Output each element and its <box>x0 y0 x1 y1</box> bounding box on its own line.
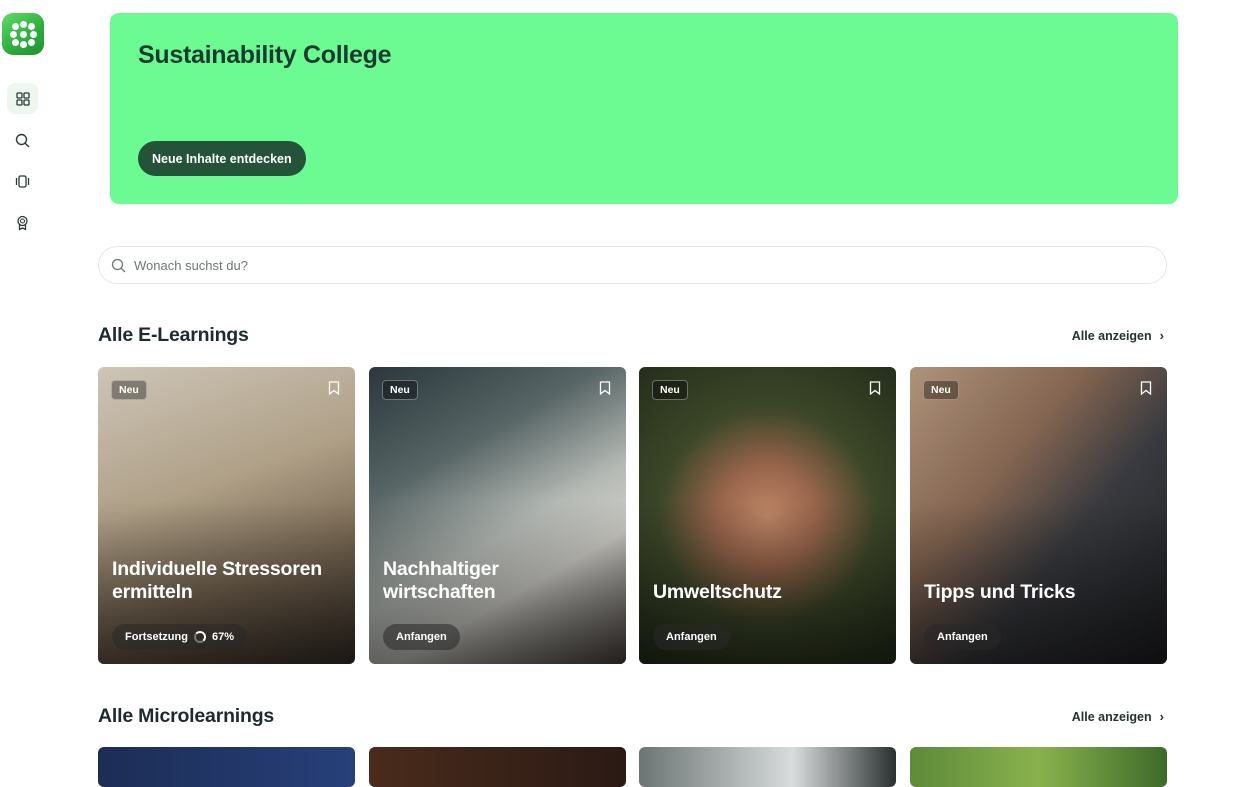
start-button[interactable]: Anfangen <box>653 624 730 650</box>
new-badge: Neu <box>923 380 959 400</box>
logo-dot <box>20 31 27 38</box>
cards-icon <box>15 175 30 188</box>
logo-dot <box>20 21 27 28</box>
logo-dot <box>28 39 35 46</box>
course-card[interactable]: Neu Individuelle Stressoren ermitteln Fo… <box>98 367 355 664</box>
card-overlay <box>98 367 355 664</box>
microlearning-card[interactable] <box>98 747 355 787</box>
see-all-label: Alle anzeigen <box>1071 328 1152 343</box>
course-card[interactable]: Neu Nachhaltiger wirtschaften Anfangen <box>369 367 626 664</box>
start-button[interactable]: Anfangen <box>924 624 1001 650</box>
card-overlay <box>639 367 896 664</box>
bookmark-icon[interactable] <box>599 381 611 395</box>
microlearning-card[interactable] <box>369 747 626 787</box>
continue-label: Fortsetzung <box>125 631 188 643</box>
progress-ring-icon <box>193 631 206 643</box>
new-badge: Neu <box>382 380 418 400</box>
card-title: Nachhaltiger wirtschaften <box>383 558 499 603</box>
sidebar-item-achievements[interactable] <box>7 207 38 238</box>
sidebar-item-cards[interactable] <box>7 166 38 197</box>
logo-dot <box>12 39 19 46</box>
chevron-right-icon: › <box>1159 709 1164 724</box>
bookmark-icon[interactable] <box>1140 381 1152 395</box>
card-overlay <box>910 367 1167 664</box>
see-all-microlearnings-link[interactable]: Alle anzeigen › <box>1072 709 1164 724</box>
app-logo[interactable] <box>2 13 44 55</box>
search-input[interactable] <box>134 257 1034 273</box>
progress-value: 67% <box>211 631 234 643</box>
logo-dot <box>28 23 35 30</box>
course-card[interactable]: Neu Tipps und Tricks Anfangen <box>910 367 1167 664</box>
hero-banner: Sustainability College Neue Inhalte entd… <box>110 13 1178 204</box>
sidebar-item-dashboard[interactable] <box>7 83 38 114</box>
search-bar[interactable] <box>98 246 1167 284</box>
bookmark-icon[interactable] <box>869 381 881 395</box>
discover-content-button[interactable]: Neue Inhalte entdecken <box>138 141 306 176</box>
continue-button[interactable]: Fortsetzung 67% <box>112 624 247 650</box>
page-title: Sustainability College <box>138 41 392 69</box>
section-title-elearnings: Alle E-Learnings <box>98 324 249 346</box>
grid-icon <box>15 91 30 106</box>
award-icon <box>17 215 28 231</box>
sidebar-item-search[interactable] <box>7 125 38 156</box>
see-all-label: Alle anzeigen <box>1071 709 1152 724</box>
new-badge: Neu <box>652 380 688 400</box>
card-title: Individuelle Stressoren ermitteln <box>112 558 322 603</box>
sidebar <box>0 0 46 763</box>
search-icon <box>111 258 126 272</box>
card-title: Tipps und Tricks <box>924 581 1076 603</box>
card-title: Umweltschutz <box>653 581 782 603</box>
search-icon <box>15 133 30 148</box>
bookmark-icon[interactable] <box>328 381 340 395</box>
logo-dot <box>12 23 19 30</box>
microlearning-card[interactable] <box>639 747 896 787</box>
logo-dot <box>10 31 17 38</box>
course-card[interactable]: Neu Umweltschutz Anfangen <box>639 367 896 664</box>
microlearning-card[interactable] <box>910 747 1167 787</box>
new-badge: Neu <box>111 380 147 400</box>
start-button[interactable]: Anfangen <box>383 624 460 650</box>
card-overlay <box>369 367 626 664</box>
see-all-elearnings-link[interactable]: Alle anzeigen › <box>1072 328 1164 343</box>
logo-dot <box>30 31 37 38</box>
logo-dot <box>20 41 27 48</box>
section-title-microlearnings: Alle Microlearnings <box>98 705 275 727</box>
chevron-right-icon: › <box>1159 328 1164 343</box>
